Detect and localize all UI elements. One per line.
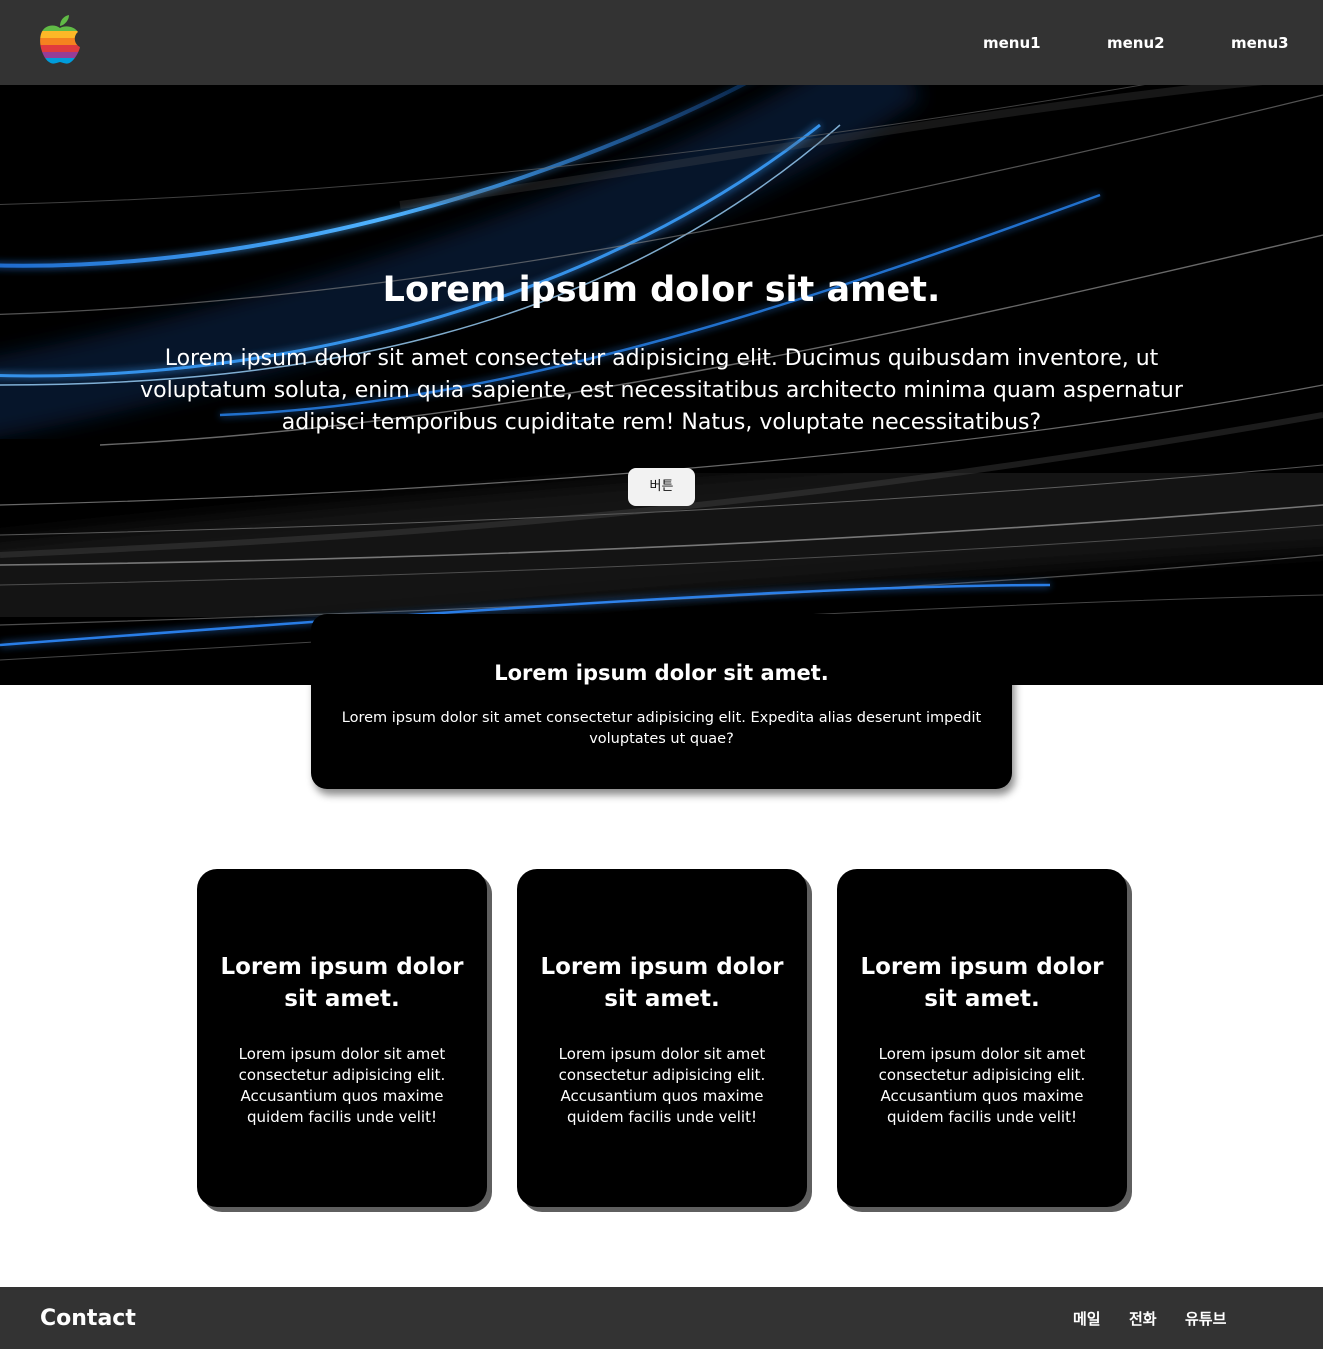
info-card-text: Lorem ipsum dolor sit amet consectetur a… [558,1045,766,1126]
info-card-title: Lorem ipsum dolor sit amet. [220,954,464,1012]
footer-link-youtube[interactable]: 유튜브 [1185,1309,1226,1329]
feature-card: Lorem ipsum dolor sit amet. Lorem ipsum … [311,614,1012,789]
site-header: menu1 menu2 menu3 [0,0,1323,85]
hero-title: Lorem ipsum dolor sit amet. [382,270,941,310]
apple-logo-icon[interactable] [38,14,82,66]
info-card: Lorem ipsum dolor sit amet. Lorem ipsum … [197,869,487,1207]
footer-link-mail[interactable]: 메일 [1073,1309,1101,1329]
info-card-title: Lorem ipsum dolor sit amet. [860,954,1104,1012]
feature-card-text: Lorem ipsum dolor sit amet consectetur a… [341,710,982,747]
hero-section: Lorem ipsum dolor sit amet. Lorem ipsum … [0,85,1323,685]
hero-description: Lorem ipsum dolor sit amet consectetur a… [140,346,1183,435]
info-card: Lorem ipsum dolor sit amet. Lorem ipsum … [517,869,807,1207]
info-card-text: Lorem ipsum dolor sit amet consectetur a… [238,1045,446,1126]
nav-menu3[interactable]: menu3 [1231,34,1289,52]
footer-link-phone[interactable]: 전화 [1129,1309,1157,1329]
footer-contact-title: Contact [40,1306,136,1331]
info-card-text: Lorem ipsum dolor sit amet consectetur a… [878,1045,1086,1126]
info-card-title: Lorem ipsum dolor sit amet. [540,954,784,1012]
info-card: Lorem ipsum dolor sit amet. Lorem ipsum … [837,869,1127,1207]
site-footer: Contact 메일 전화 유튜브 [0,1287,1323,1349]
feature-card-title: Lorem ipsum dolor sit amet. [494,661,829,685]
nav-menu2[interactable]: menu2 [1107,34,1165,52]
nav-menu1[interactable]: menu1 [983,34,1041,52]
hero-button[interactable]: 버튼 [628,468,695,506]
